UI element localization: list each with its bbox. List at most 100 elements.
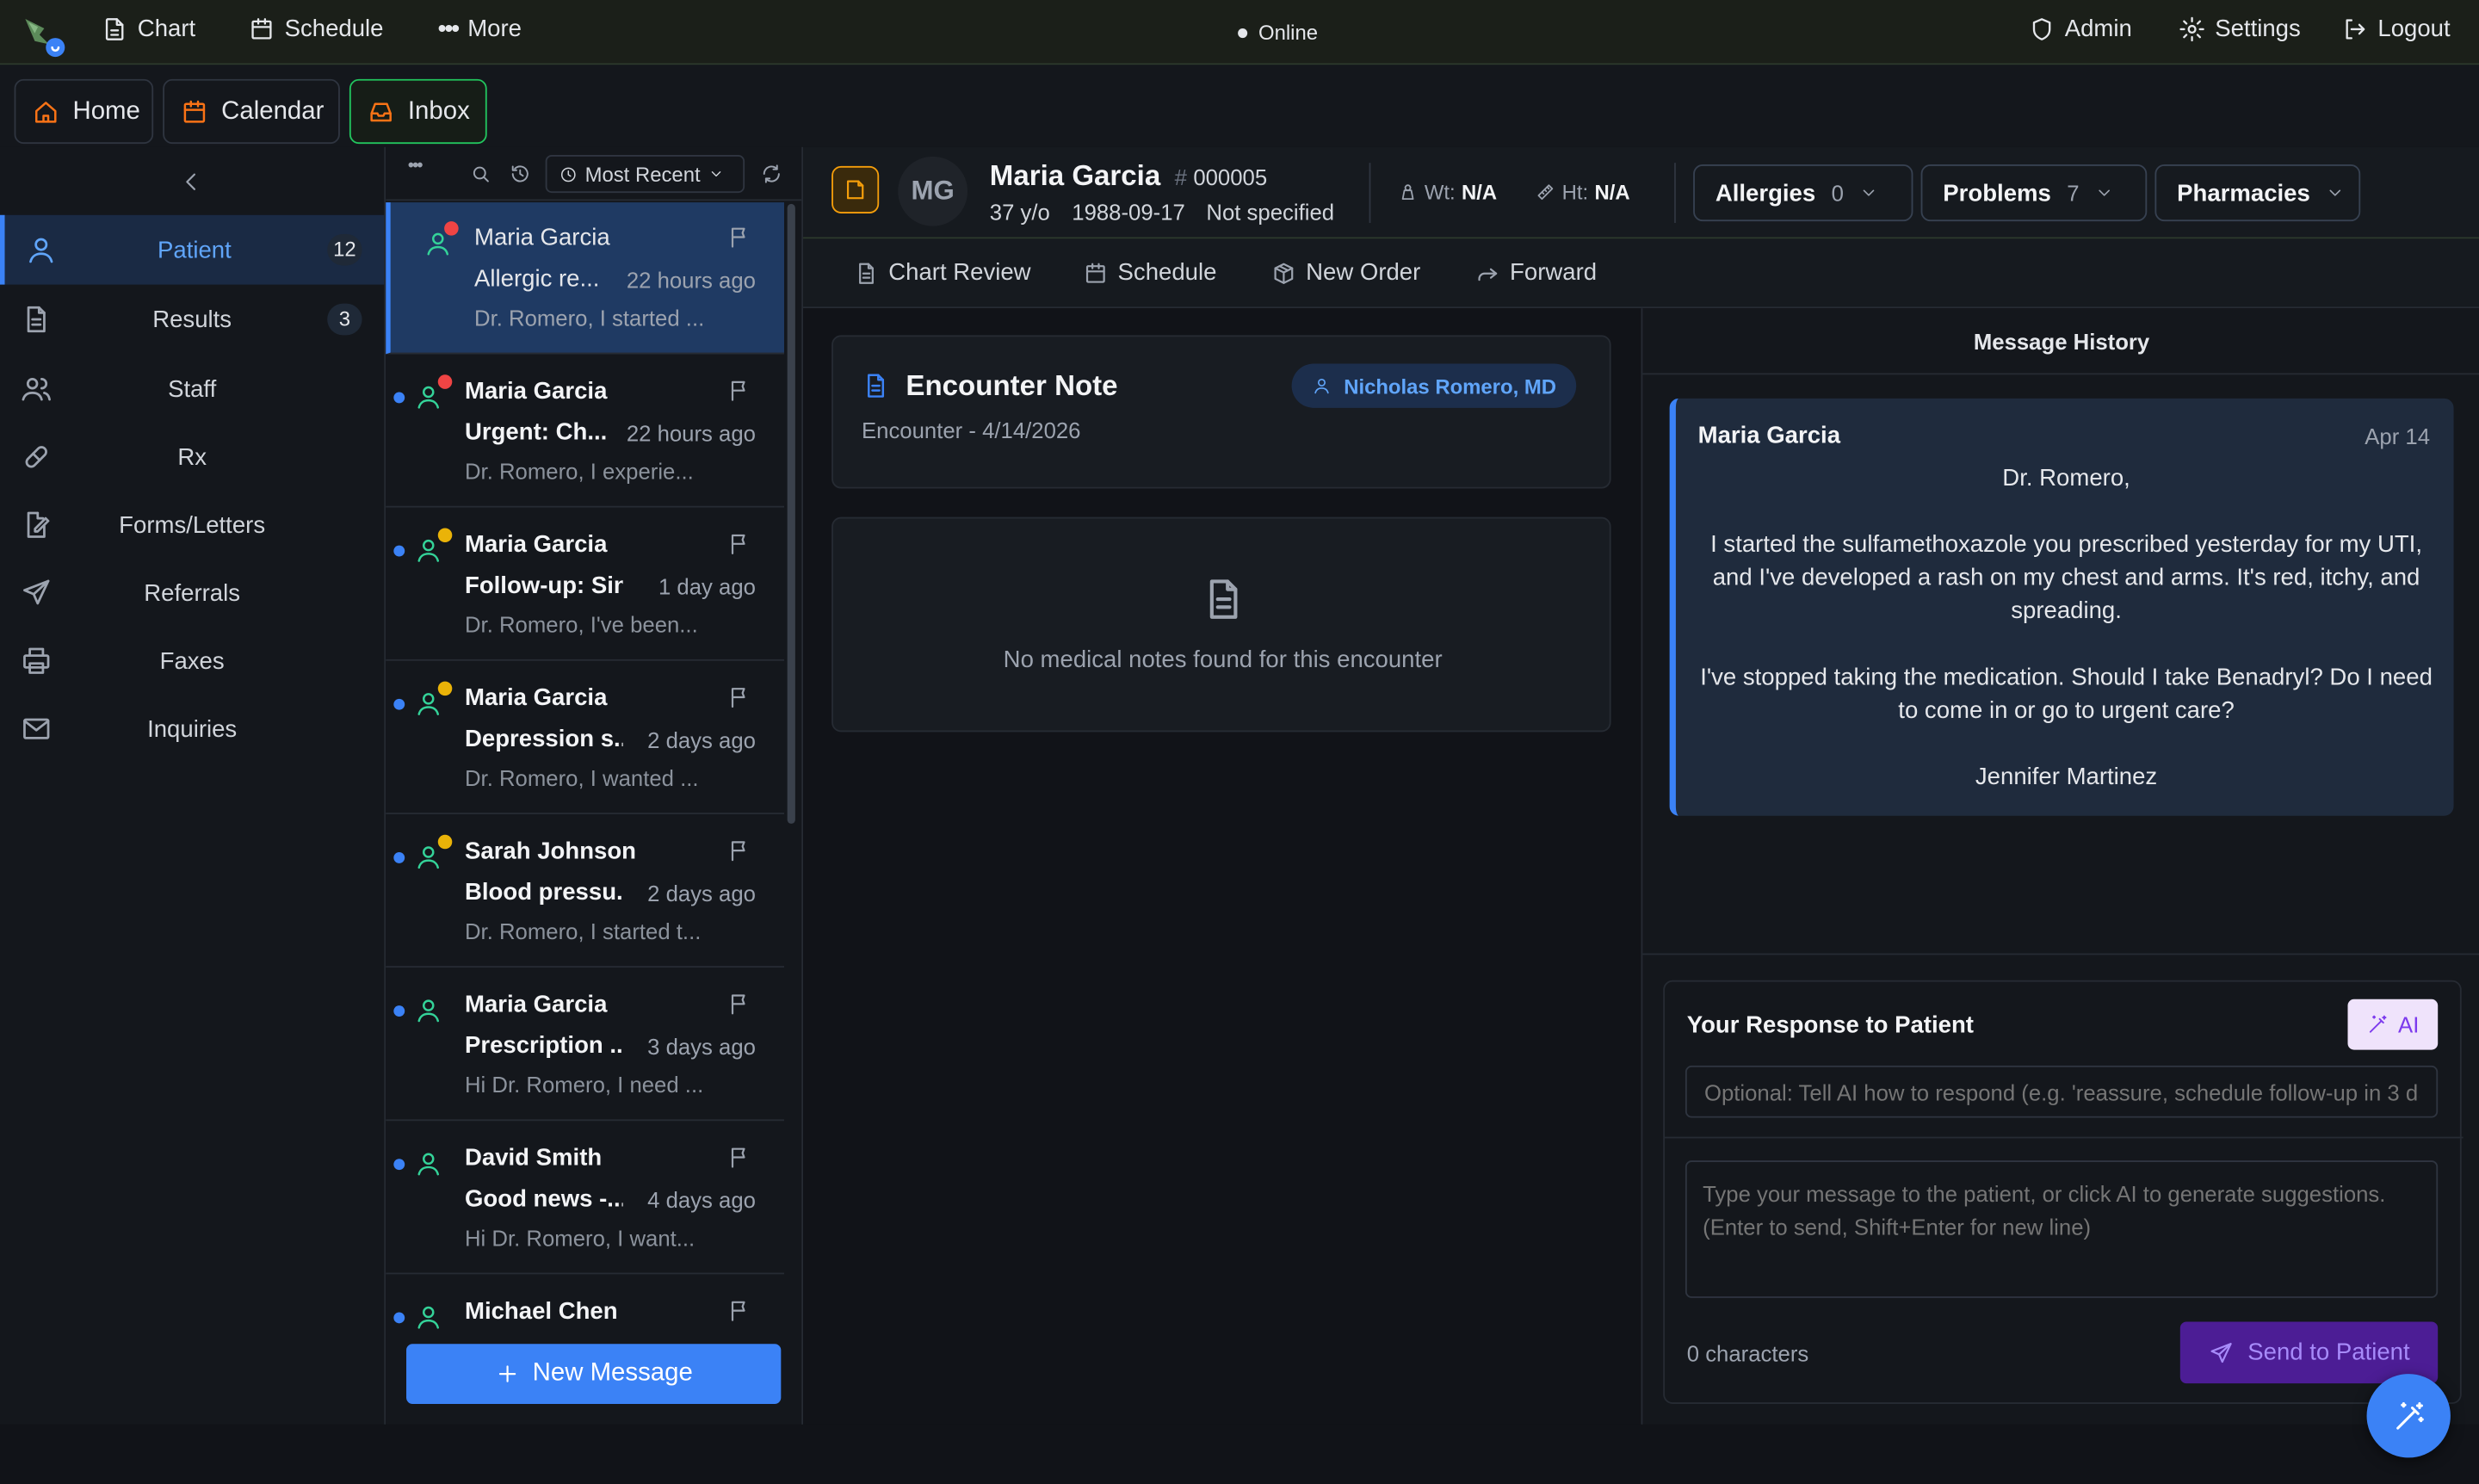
sort-select[interactable]: Most Recent <box>545 154 745 194</box>
patient-user-icon <box>414 536 442 565</box>
avatar: MG <box>898 156 968 226</box>
search-icon[interactable] <box>469 163 491 185</box>
logout-button[interactable]: Logout <box>2341 15 2451 43</box>
status-label: Online <box>1258 20 1319 45</box>
sidebar-item-label: Inquiries <box>147 715 238 743</box>
chart-review-button[interactable]: Chart Review <box>854 259 1031 286</box>
settings-nav-label: Settings <box>2215 15 2301 43</box>
sidebar-item-patient[interactable]: Patient 12 <box>0 214 385 285</box>
allergies-dropdown[interactable]: Allergies 0 <box>1693 164 1913 222</box>
collapse-sidebar-button[interactable] <box>179 170 204 195</box>
calendar-icon <box>180 97 208 126</box>
provider-badge[interactable]: Nicholas Romero, MD <box>1291 363 1577 408</box>
list-item[interactable]: Maria Garcia Prescription ... 3 days ago Hi… <box>386 969 785 1122</box>
medical-notes-card: No medical notes found for this encounte… <box>831 516 1611 733</box>
message-sender-name: Maria Garcia <box>474 224 610 252</box>
sticky-note-button[interactable] <box>831 165 880 213</box>
forward-button[interactable]: Forward <box>1475 259 1597 286</box>
list-item[interactable]: Maria Garcia Follow-up: Sin... 1 day ago Dr… <box>386 509 785 661</box>
problems-dropdown[interactable]: Problems 7 <box>1920 164 2148 222</box>
new-message-button[interactable]: New Message <box>406 1344 782 1404</box>
flag-icon[interactable] <box>727 531 752 556</box>
sidebar-item-label: Referrals <box>144 579 241 607</box>
sidebar-item-results[interactable]: Results 3 <box>0 285 384 355</box>
history-icon[interactable] <box>509 163 531 185</box>
send-icon <box>21 577 53 609</box>
pharmacies-dropdown[interactable]: Pharmacies <box>2154 164 2361 222</box>
patient-user-icon <box>414 843 442 871</box>
new-order-label: New Order <box>1306 259 1421 287</box>
message-detail-pane: Message History Maria Garcia Apr 14 Dr. … <box>1641 308 2479 1425</box>
send-label: Send to Patient <box>2247 1339 2410 1366</box>
tab-inbox[interactable]: Inbox <box>349 78 487 145</box>
schedule-button[interactable]: Schedule <box>1083 259 1216 286</box>
chart-nav-link[interactable]: Chart <box>102 15 195 43</box>
flag-icon[interactable] <box>727 1298 752 1323</box>
flag-icon[interactable] <box>727 378 752 403</box>
list-scrollbar[interactable] <box>787 203 795 824</box>
unread-dot <box>393 545 405 557</box>
settings-nav-link[interactable]: Settings <box>2179 15 2301 43</box>
new-message-label: New Message <box>532 1359 693 1387</box>
message-line: I've stopped taking the medication. Shou… <box>1700 664 2433 725</box>
count-badge: 12 <box>327 233 362 266</box>
new-order-button[interactable]: New Order <box>1271 259 1421 287</box>
message-time: 4 days ago <box>647 1187 756 1213</box>
ai-instruction-input[interactable] <box>1685 1065 2439 1118</box>
allergies-label: Allergies <box>1715 179 1816 207</box>
message-time: 2 days ago <box>647 727 756 753</box>
document-icon <box>854 260 879 285</box>
ai-generate-button[interactable]: AI <box>2347 999 2439 1050</box>
divider <box>1369 163 1371 223</box>
flag-icon[interactable] <box>727 992 752 1017</box>
message-preview: Dr. Romero, I started t... <box>464 918 702 944</box>
list-item[interactable]: David Smith Good news -... 4 days ago Hi Dr… <box>386 1122 785 1275</box>
message-sender-name: David Smith <box>464 1144 603 1172</box>
message-sender-name: Maria Garcia <box>464 684 608 712</box>
schedule-nav-link[interactable]: Schedule <box>248 15 384 43</box>
refresh-icon[interactable] <box>760 163 782 185</box>
admin-nav-link[interactable]: Admin <box>2028 15 2132 43</box>
chevron-down-icon <box>2326 183 2345 202</box>
sidebar-item-referrals[interactable]: Referrals <box>0 558 384 628</box>
flag-icon[interactable] <box>727 1145 752 1170</box>
sidebar-item-inquiries[interactable]: Inquiries <box>0 694 384 764</box>
flag-icon[interactable] <box>727 684 752 709</box>
top-navigation-bar: Chart Schedule ••• More Online Admin Set… <box>0 0 2479 65</box>
tab-home[interactable]: Home <box>14 78 154 145</box>
list-item[interactable]: Maria Garcia Urgent: Ch... 22 hours ago Dr.… <box>386 356 785 508</box>
message-preview: Dr. Romero, I've been... <box>464 611 698 638</box>
message-sender-name: Maria Garcia <box>464 377 608 405</box>
message-subject: Blood pressu... <box>464 879 623 906</box>
list-item[interactable]: Maria Garcia Depression s... 2 days ago Dr.… <box>386 663 785 814</box>
list-item[interactable]: Maria Garcia Allergic re... 22 hours ago Dr… <box>386 202 785 355</box>
response-message-input[interactable] <box>1685 1160 2439 1298</box>
weight-value: N/A <box>1462 180 1498 204</box>
shield-icon <box>2028 15 2055 42</box>
patient-user-icon <box>414 382 442 411</box>
ai-assistant-fab[interactable] <box>2366 1374 2451 1458</box>
list-item[interactable]: Sarah Johnson Blood pressu... 2 days ago Dr… <box>386 816 785 968</box>
divider <box>1674 163 1676 223</box>
patient-age: 37 y/o <box>989 199 1050 225</box>
message-sender-name: Maria Garcia <box>464 991 608 1018</box>
status-dot <box>1238 28 1248 38</box>
home-icon <box>32 97 60 126</box>
more-nav-label: More <box>467 15 522 43</box>
sidebar-item-forms-letters[interactable]: Forms/Letters <box>0 490 384 560</box>
patient-name[interactable]: Maria Garcia <box>990 160 1160 194</box>
weight-field: Wt: N/A <box>1398 180 1498 204</box>
more-nav-menu[interactable]: ••• More <box>438 15 522 42</box>
sidebar-item-rx[interactable]: Rx <box>0 422 384 492</box>
flag-icon[interactable] <box>727 225 752 250</box>
unread-dot <box>393 1312 405 1324</box>
tab-calendar[interactable]: Calendar <box>163 78 340 145</box>
message-preview: Hi Dr. Romero, I need ... <box>464 1072 704 1098</box>
app-logo[interactable] <box>19 13 66 60</box>
sidebar-item-faxes[interactable]: Faxes <box>0 626 384 696</box>
encounter-note-card: Encounter Note Encounter - 4/14/2026 Nic… <box>831 335 1611 489</box>
more-options-icon[interactable]: ••• <box>408 157 423 176</box>
flag-icon[interactable] <box>727 838 752 863</box>
sidebar-item-staff[interactable]: Staff <box>0 354 384 424</box>
message-subject: Prescription ... <box>464 1032 623 1060</box>
